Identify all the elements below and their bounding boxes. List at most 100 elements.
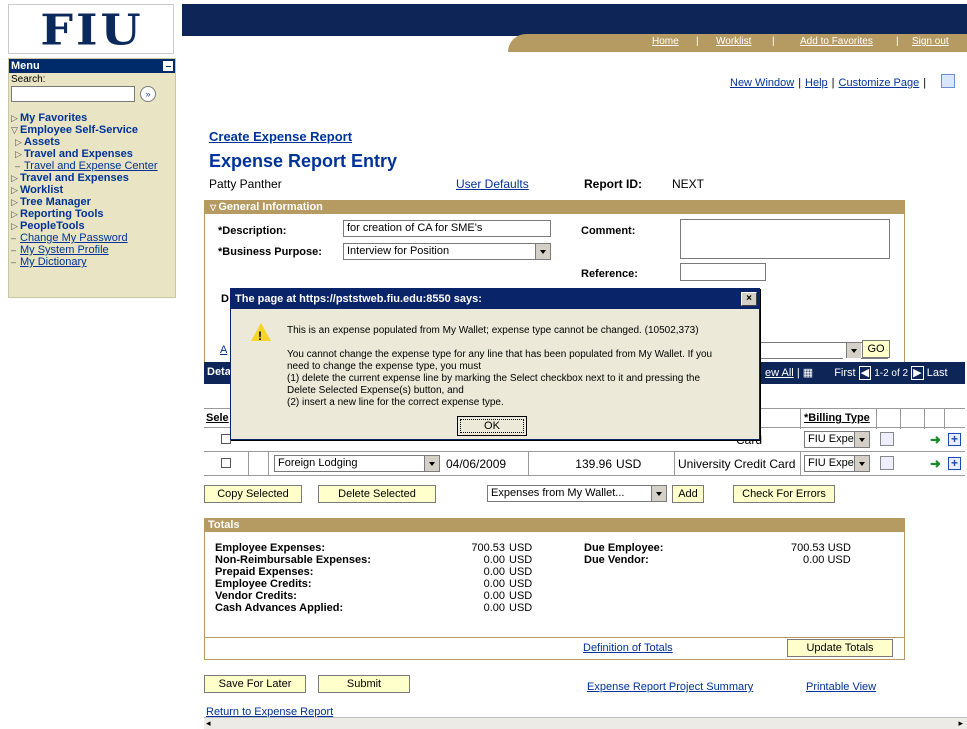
billing-type-select[interactable]: FIU Expe (804, 455, 870, 472)
next-icon[interactable]: ▶ (911, 366, 924, 380)
menu-item-reporting-tools[interactable]: ▷ Reporting Tools (11, 208, 104, 220)
minimize-icon[interactable] (163, 61, 173, 71)
menu-item-change-password[interactable]: – Change My Password (11, 232, 128, 244)
description-input[interactable]: for creation of CA for SME's (343, 220, 551, 237)
last-link[interactable]: Last (927, 367, 948, 379)
menu-panel: Menu Search: » ▷ My Favorites ▽ Employee S… (8, 58, 176, 298)
column-divider (248, 452, 249, 476)
green-arrow-icon[interactable]: ➜ (930, 456, 941, 472)
worklist-link[interactable]: Worklist (716, 36, 751, 47)
chevron-down-icon (424, 456, 439, 471)
menu-item-peopletools[interactable]: ▷ PeopleTools (11, 220, 85, 232)
totals-value: 0.00 (483, 566, 505, 578)
column-divider (528, 452, 529, 476)
http-icon[interactable] (941, 74, 955, 88)
green-arrow-icon[interactable]: ➜ (930, 432, 941, 448)
dialog-message-line: need to change the expense type, you mus… (287, 361, 482, 372)
menu-item-label: My Dictionary (20, 256, 87, 268)
amount-value[interactable]: 139.96 (554, 457, 612, 471)
customize-page-link[interactable]: Customize Page (839, 77, 920, 89)
horizontal-scrollbar[interactable]: ◂ ▸ (204, 717, 967, 729)
add-row-icon[interactable]: + (948, 433, 961, 446)
details-title: Deta (207, 366, 231, 378)
project-summary-link[interactable]: Expense Report Project Summary (587, 681, 753, 693)
currency-value: USD (616, 457, 642, 471)
chevron-down-icon (854, 432, 869, 447)
first-link[interactable]: First (834, 367, 855, 379)
detail-lens-icon[interactable] (880, 456, 894, 470)
logo-text: FIU (40, 5, 144, 55)
due-employee-value: 700.53 USD (791, 542, 851, 554)
update-totals-button[interactable]: Update Totals (787, 639, 893, 657)
user-defaults-link[interactable]: User Defaults (456, 177, 529, 191)
detail-lens-icon[interactable] (880, 432, 894, 446)
menu-item-employee-self-service[interactable]: ▽ Employee Self-Service (11, 124, 138, 136)
sign-out-link[interactable]: Sign out (912, 36, 949, 47)
definition-of-totals-link[interactable]: Definition of Totals (583, 642, 673, 654)
help-link[interactable]: Help (805, 77, 828, 89)
grid-icon[interactable]: ▦ (803, 367, 813, 379)
grid-navigation: ew All | ▦ First ◀ 1-2 of 2 ▶ Last (765, 366, 948, 380)
column-divider (800, 409, 801, 429)
breadcrumb-create-expense-report[interactable]: Create Expense Report (209, 129, 352, 144)
menu-item-label: Travel and Expense Center (24, 160, 158, 172)
menu-item-travel-expense-center[interactable]: – Travel and Expense Center (15, 160, 158, 172)
menu-item-worklist[interactable]: ▷ Worklist (11, 184, 63, 196)
comment-input[interactable] (680, 219, 890, 259)
go-button[interactable]: GO (862, 340, 890, 358)
row-select-checkbox[interactable] (221, 458, 231, 468)
submit-button[interactable]: Submit (318, 675, 410, 693)
new-window-link[interactable]: New Window (730, 77, 794, 89)
collapse-arrow-icon: ▽ (11, 125, 18, 135)
totals-value: 0.00 (483, 554, 505, 566)
billing-type-column-header[interactable]: *Billing Type (804, 412, 870, 424)
delete-selected-button[interactable]: Delete Selected (318, 485, 436, 503)
printable-view-link[interactable]: Printable View (806, 681, 876, 693)
select-column-header[interactable]: Sele (206, 412, 229, 424)
partial-link[interactable]: A (220, 344, 227, 356)
home-link[interactable]: Home (652, 36, 679, 47)
expand-arrow-icon: ▷ (11, 173, 18, 183)
menu-item-my-dictionary[interactable]: – My Dictionary (11, 256, 87, 268)
menu-item-system-profile[interactable]: – My System Profile (11, 244, 109, 256)
scroll-left-icon[interactable]: ◂ (206, 718, 211, 729)
search-go-icon[interactable]: » (140, 86, 156, 102)
add-to-favorites-link[interactable]: Add to Favorites (800, 36, 873, 47)
page-title: Expense Report Entry (209, 151, 398, 171)
save-for-later-button[interactable]: Save For Later (204, 675, 306, 693)
menu-item-travel-expenses-sub[interactable]: ▷ Travel and Expenses (15, 148, 133, 160)
copy-selected-button[interactable]: Copy Selected (204, 485, 302, 503)
column-divider (800, 452, 801, 476)
search-input[interactable] (11, 86, 135, 102)
dialog-message-line: (1) delete the current expense line by m… (287, 373, 701, 384)
business-purpose-select[interactable]: Interview for Position (343, 243, 551, 260)
menu-item-travel-expenses[interactable]: ▷ Travel and Expenses (11, 172, 129, 184)
expense-type-select[interactable]: Foreign Lodging (274, 455, 440, 472)
wallet-select[interactable]: Expenses from My Wallet... (487, 485, 667, 502)
column-divider (268, 452, 269, 476)
menu-item-my-favorites[interactable]: ▷ My Favorites (11, 112, 87, 124)
description-label: *Description: (218, 225, 287, 237)
add-row-icon[interactable]: + (948, 457, 961, 470)
general-information-header[interactable]: ▽ General Information (205, 201, 904, 214)
ok-button[interactable]: OK (457, 416, 527, 436)
check-for-errors-button[interactable]: Check For Errors (733, 485, 835, 503)
view-all-link[interactable]: ew All (765, 367, 794, 379)
menu-item-assets[interactable]: ▷ Assets (15, 136, 60, 148)
billing-type-select[interactable]: FIU Expe (804, 431, 870, 448)
expense-date-value[interactable]: 04/06/2009 (446, 457, 506, 471)
menu-item-tree-manager[interactable]: ▷ Tree Manager (11, 196, 91, 208)
totals-unit: USD (509, 566, 533, 578)
close-icon[interactable]: × (741, 292, 757, 306)
report-id-label: Report ID: (584, 177, 642, 191)
reference-input[interactable] (680, 263, 766, 281)
add-button[interactable]: Add (672, 485, 704, 503)
action-select-arrow (843, 343, 861, 360)
dialog-title[interactable]: The page at https://pststweb.fiu.edu:855… (231, 289, 759, 309)
business-purpose-label: *Business Purpose: (218, 246, 322, 258)
previous-icon[interactable]: ◀ (858, 366, 872, 380)
totals-label: Employee Expenses: (215, 542, 326, 554)
totals-section: Totals Employee Expenses: 700.53 USD Non… (204, 518, 905, 660)
expand-arrow-icon: ▷ (11, 185, 18, 195)
scroll-right-icon[interactable]: ▸ (958, 718, 963, 729)
